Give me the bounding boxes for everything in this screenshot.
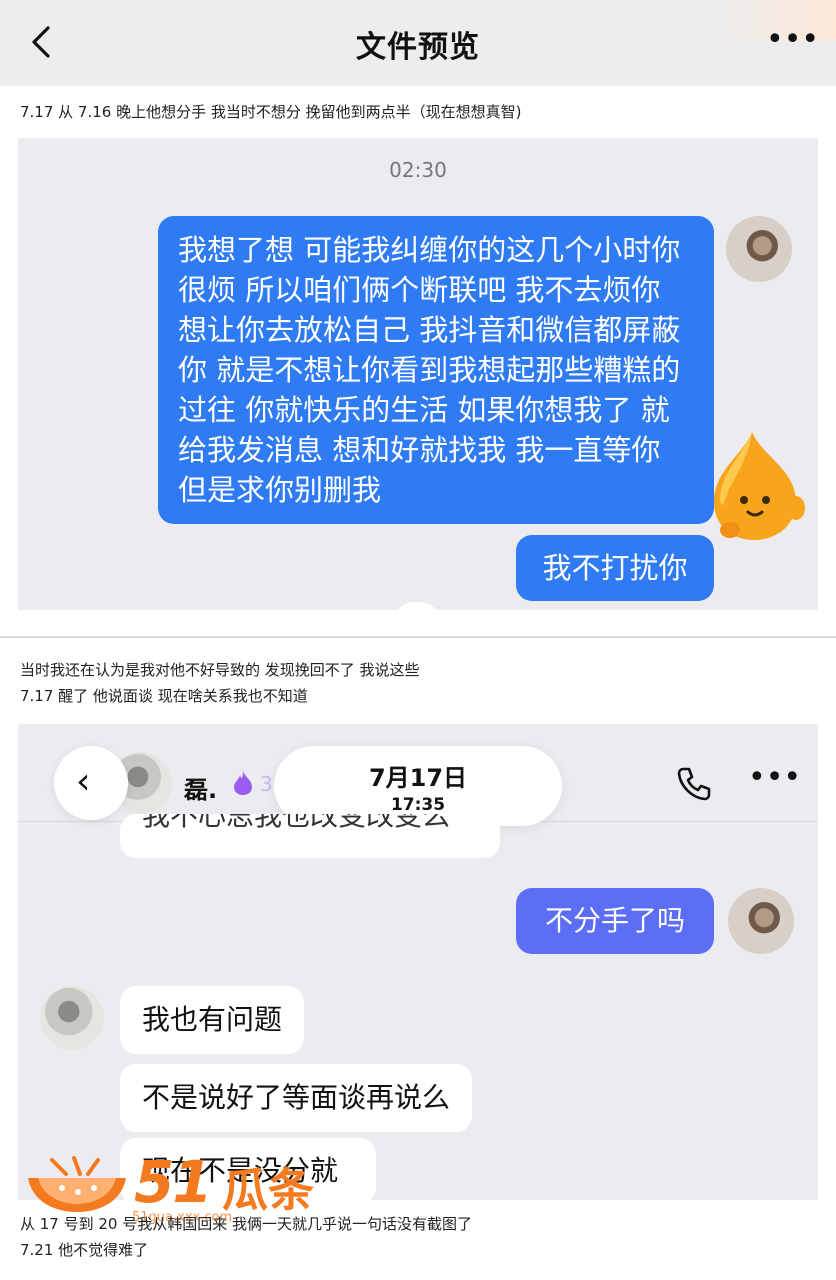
caption-bottom-2: 7.21 他不觉得难了: [20, 1241, 149, 1259]
chat-date: 7月17日: [368, 764, 468, 792]
chat-screenshot-1: 02:30 我想了想 可能我纠缠你的这几个小时你很烦 所以咱们俩个断联吧 我不去…: [18, 138, 818, 610]
chat-more-icon[interactable]: •••: [748, 763, 801, 793]
sent-message-short: 我不打扰你: [516, 535, 714, 601]
chevron-left-icon: ‹: [76, 761, 91, 802]
chat-screenshot-2: ‹ 磊. 38 7月17日 17:35 ••• 我不心思我也改变改变么 不分手了…: [18, 724, 818, 1200]
scroll-indicator: [394, 602, 440, 610]
caption-middle-1: 当时我还在认为是我对他不好导致的 发现挽回不了 我说这些: [20, 661, 420, 679]
caption-middle-2: 7.17 醒了 他说面谈 现在啥关系我也不知道: [20, 687, 308, 705]
section-divider: [0, 636, 836, 638]
chat-time: 17:35: [390, 795, 446, 815]
more-options-icon[interactable]: •••: [766, 25, 819, 55]
received-message-1: 我也有问题: [120, 986, 305, 1054]
sent-message: 不分手了吗: [516, 888, 714, 954]
sent-message-long: 我想了想 可能我纠缠你的这几个小时你很烦 所以咱们俩个断联吧 我不去烦你 想让你…: [158, 216, 714, 524]
watermark-digits: 51: [134, 1148, 213, 1216]
contact-avatar-2[interactable]: [40, 986, 104, 1050]
my-avatar: [726, 216, 792, 282]
caption-top: 7.17 从 7.16 晚上他想分手 我当时不想分 挽留他到两点半（现在想想真智…: [20, 103, 522, 121]
flame-icon: [234, 771, 252, 795]
caption-bottom-1: 从 17 号到 20 号我从韩国回来 我俩一天就几乎说一句话没有截图了: [20, 1215, 473, 1233]
chat-back-button[interactable]: ‹: [54, 746, 128, 820]
message-timestamp: 02:30: [389, 158, 447, 182]
received-message-2: 不是说好了等面谈再说么: [120, 1064, 473, 1132]
app-bar: 文件预览 •••: [0, 0, 836, 86]
phone-call-icon[interactable]: [674, 764, 714, 804]
contact-name: 磊.: [184, 776, 218, 804]
received-message-cut-text: 我不心思我也改变改变么: [142, 814, 451, 832]
mascot-sticker-icon: [714, 432, 805, 540]
received-message-cut: 我不心思我也改变改变么: [120, 814, 500, 858]
chat-header: ‹ 磊. 38 7月17日 17:35 •••: [18, 724, 818, 826]
page-title: 文件预览: [356, 30, 480, 65]
watermelon-logo-icon: [28, 1156, 126, 1212]
my-avatar-2: [728, 888, 794, 954]
